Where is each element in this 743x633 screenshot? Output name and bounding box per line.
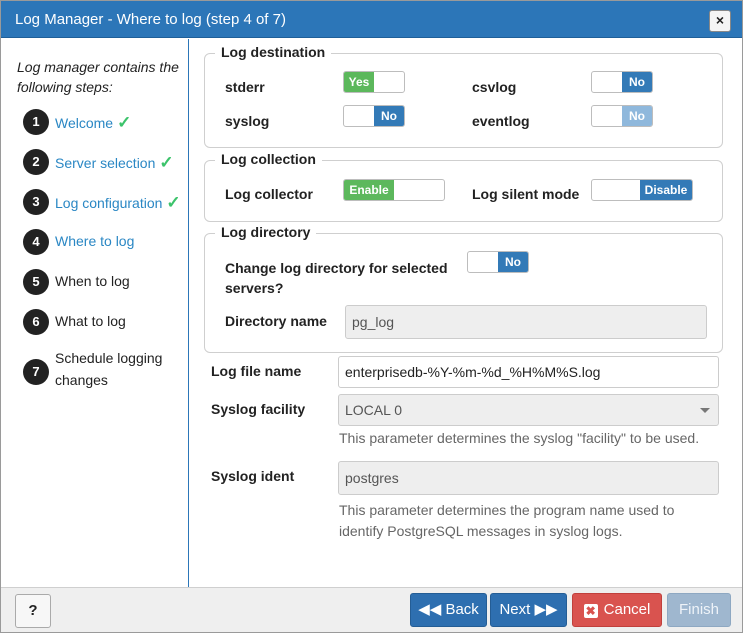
step-label: When to log <box>55 273 130 289</box>
toggle-value: No <box>374 106 404 126</box>
log-directory-legend: Log directory <box>215 224 317 240</box>
log-silent-mode-label: Log silent mode <box>472 186 580 202</box>
title-bar: Log Manager - Where to log (step 4 of 7)… <box>1 1 742 38</box>
log-manager-dialog: Log Manager - Where to log (step 4 of 7)… <box>0 0 743 633</box>
close-button[interactable]: × <box>709 10 731 32</box>
log-collection-legend: Log collection <box>215 151 322 167</box>
step-number: 6 <box>23 309 49 335</box>
cancel-button[interactable]: ✖ Cancel <box>572 593 662 627</box>
step-number: 3 <box>23 189 49 215</box>
next-button[interactable]: Next ▶▶ <box>490 593 567 627</box>
dialog-footer: ? ◀◀ Back Next ▶▶ ✖ Cancel Finish <box>1 587 742 632</box>
step-number: 5 <box>23 269 49 295</box>
checkmark-icon: ✓ <box>117 113 132 132</box>
syslog-ident-label: Syslog ident <box>211 468 295 484</box>
back-button[interactable]: ◀◀ Back <box>410 593 487 627</box>
toggle-value: No <box>622 106 652 126</box>
step-label: Schedule logging changes <box>55 350 163 388</box>
csvlog-label: csvlog <box>472 79 517 95</box>
close-icon: ✖ <box>583 604 598 618</box>
syslog-ident-help: This parameter determines the program na… <box>339 502 675 539</box>
log-directory-group: Log directory Change log directory for s… <box>204 224 723 353</box>
step-label: Server selection <box>55 155 156 171</box>
eventlog-label: eventlog <box>472 113 530 129</box>
csvlog-toggle[interactable]: No <box>591 71 653 93</box>
stderr-label: stderr <box>225 79 265 95</box>
step-label: What to log <box>55 313 126 329</box>
checkmark-icon: ✓ <box>166 193 181 212</box>
syslog-facility-select: LOCAL 0 <box>338 394 719 426</box>
directory-name-input: pg_log <box>345 305 707 339</box>
log-collector-label: Log collector <box>225 186 313 202</box>
wizard-steps-sidebar: Log manager contains the following steps… <box>5 39 189 587</box>
step-number: 4 <box>23 229 49 255</box>
change-log-directory-label: Change log directory for selected server… <box>225 260 448 296</box>
log-destination-legend: Log destination <box>215 44 332 60</box>
log-file-name-label: Log file name <box>211 363 302 379</box>
step-number: 2 <box>23 149 49 175</box>
sidebar-intro: Log manager contains the following steps… <box>17 59 179 95</box>
toggle-value: Enable <box>344 180 394 200</box>
eventlog-toggle: No <box>591 105 653 127</box>
cancel-label: Cancel <box>603 601 651 618</box>
step-label: Welcome <box>55 115 114 131</box>
log-collector-toggle[interactable]: Enable <box>343 179 445 201</box>
syslog-facility-value: LOCAL 0 <box>345 402 403 418</box>
help-button[interactable]: ? <box>15 594 51 628</box>
step-number: 7 <box>23 359 49 385</box>
toggle-value: Yes <box>344 72 374 92</box>
finish-button: Finish <box>667 593 731 627</box>
toggle-value: Disable <box>640 180 692 200</box>
step-label: Where to log <box>55 233 135 249</box>
log-silent-mode-toggle[interactable]: Disable <box>591 179 693 201</box>
chevron-down-icon <box>700 408 710 413</box>
step-label: Log configuration <box>55 195 163 211</box>
log-destination-group: Log destination stderr Yes csvlog No sys… <box>204 44 723 148</box>
directory-name-label: Directory name <box>225 313 327 329</box>
toggle-value: No <box>498 252 528 272</box>
toggle-value: No <box>622 72 652 92</box>
syslog-ident-input: postgres <box>338 461 719 495</box>
log-collection-group: Log collection Log collector Enable Log … <box>204 151 723 222</box>
syslog-label: syslog <box>225 113 270 129</box>
syslog-facility-help: This parameter determines the syslog "fa… <box>339 430 700 446</box>
log-file-name-input[interactable]: enterprisedb-%Y-%m-%d_%H%M%S.log <box>338 356 719 388</box>
change-log-directory-toggle[interactable]: No <box>467 251 529 273</box>
dialog-title: Log Manager - Where to log (step 4 of 7) <box>15 11 286 28</box>
syslog-facility-label: Syslog facility <box>211 401 306 417</box>
syslog-toggle[interactable]: No <box>343 105 405 127</box>
stderr-toggle[interactable]: Yes <box>343 71 405 93</box>
checkmark-icon: ✓ <box>159 153 174 172</box>
step-number: 1 <box>23 109 49 135</box>
